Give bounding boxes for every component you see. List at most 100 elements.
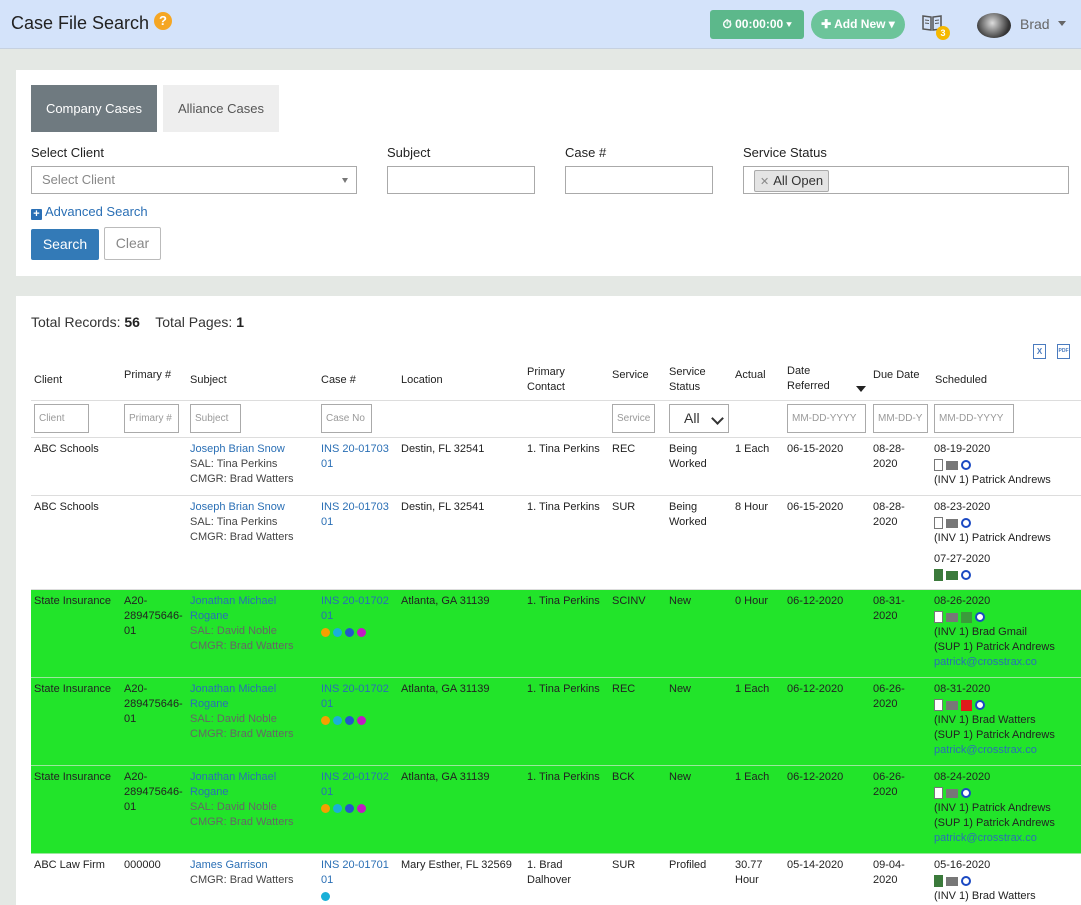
tag-dot[interactable] [333,804,342,813]
filter-subject-input[interactable]: Subject [190,404,241,433]
case-link[interactable]: INS 20-01703 01 [321,442,389,472]
filter-date-referred-input[interactable]: MM-DD-YYYY [787,404,866,433]
filter-service-input[interactable]: Service [612,404,655,433]
sort-desc-icon[interactable] [856,386,866,392]
filter-client-input[interactable]: Client [34,404,89,433]
document-icon[interactable] [934,517,943,530]
filter-due-date-input[interactable]: MM-DD-Y [873,404,928,433]
tag-dot[interactable] [345,628,354,637]
tag-dot[interactable] [321,892,330,901]
subject-link[interactable]: Joseph Brian Snow [190,442,294,457]
clock-icon[interactable] [975,612,985,623]
col-case[interactable]: Case # [321,373,356,388]
document-icon[interactable] [934,459,943,472]
col-client[interactable]: Client [34,373,62,388]
table-row[interactable]: ABC Schools Joseph Brian Snow SAL: Tina … [31,438,1081,496]
tag-dot[interactable] [333,716,342,725]
subject-link[interactable]: James Garrison [190,858,294,873]
status-chip[interactable]: ✕ All Open [754,170,830,192]
col-actual[interactable]: Actual [735,368,766,383]
case-link[interactable]: INS 20-01701 01 [321,858,389,888]
video-camera-icon[interactable] [946,460,958,470]
service-status-multiselect[interactable]: ✕ All Open [743,166,1069,194]
clock-icon[interactable] [961,570,971,581]
tag-dot[interactable] [357,628,366,637]
clear-button[interactable]: Clear [104,227,161,260]
video-camera-icon[interactable] [946,570,958,580]
clock-icon[interactable] [961,876,971,887]
cell-status: New [669,595,692,607]
filter-scheduled-input[interactable]: MM-DD-YYYY [934,404,1014,433]
avatar[interactable] [977,13,1011,38]
tab-alliance-cases[interactable]: Alliance Cases [163,85,279,132]
col-service-status[interactable]: Service Status [669,365,706,395]
tag-dot[interactable] [321,804,330,813]
document-filled-icon[interactable] [934,569,943,582]
col-subject[interactable]: Subject [190,373,227,388]
col-date-referred[interactable]: Date Referred [787,364,830,394]
case-number-line2: 01 [321,516,334,528]
remove-icon[interactable]: ✕ [760,176,769,188]
video-camera-icon[interactable] [946,876,958,886]
table-row[interactable]: State Insurance A20- 289475646- 01 Jonatha… [31,766,1081,854]
tag-dot[interactable] [333,628,342,637]
case-number-input[interactable] [565,166,713,194]
subject-link[interactable]: Jonathan Michael Rogane [190,770,294,800]
clock-icon[interactable] [961,788,971,799]
table-row[interactable]: State Insurance A20- 289475646- 01 Jonatha… [31,678,1081,766]
case-link[interactable]: INS 20-01702 01 [321,682,389,712]
filter-primary-input[interactable]: Primary # [124,404,179,433]
tag-dot[interactable] [345,804,354,813]
status-square-icon[interactable] [961,699,972,711]
tag-dot[interactable] [321,628,330,637]
email-link[interactable]: patrick@crosstrax.co [934,655,1055,670]
video-camera-icon[interactable] [946,788,958,798]
timer-button[interactable]: ⏱ 00:00:00 ▾ [710,10,804,39]
col-due-date[interactable]: Due Date [873,368,919,383]
document-filled-icon[interactable] [934,875,943,888]
filter-status-select[interactable]: All [669,404,729,433]
tag-dot[interactable] [357,716,366,725]
pdf-export-icon[interactable]: PDF [1057,344,1070,359]
user-name[interactable]: Brad [1020,16,1050,32]
col-primary-contact[interactable]: Primary Contact [527,365,565,395]
table-row[interactable]: ABC Law Firm 000000 James Garrison CMGR:… [31,854,1081,905]
help-icon[interactable]: ? [154,12,172,30]
subject-input[interactable] [387,166,535,194]
case-link[interactable]: INS 20-01702 01 [321,594,389,624]
subject-link[interactable]: Joseph Brian Snow [190,500,294,515]
clock-icon[interactable] [961,460,971,471]
tag-dot[interactable] [321,716,330,725]
subject-link[interactable]: Jonathan Michael Rogane [190,682,294,712]
case-link[interactable]: INS 20-01703 01 [321,500,389,530]
select-client-dropdown[interactable]: Select Client [31,166,357,194]
tag-dot[interactable] [357,804,366,813]
status-square-icon[interactable] [961,611,972,623]
advanced-search-link[interactable]: + Advanced Search [31,204,148,220]
email-link[interactable]: patrick@crosstrax.co [934,743,1055,758]
chevron-down-icon[interactable] [1058,21,1066,26]
add-new-button[interactable]: ✚ Add New ▾ [811,10,905,39]
search-button[interactable]: Search [31,229,99,260]
case-link[interactable]: INS 20-01702 01 [321,770,389,800]
document-icon[interactable] [934,699,943,712]
col-primary[interactable]: Primary # [124,368,171,383]
video-camera-icon[interactable] [946,700,958,710]
col-service[interactable]: Service [612,368,649,383]
document-icon[interactable] [934,611,943,624]
clock-icon[interactable] [961,518,971,529]
col-location[interactable]: Location [401,373,443,388]
tag-dot[interactable] [345,716,354,725]
filter-case-input[interactable]: Case No [321,404,372,433]
video-camera-icon[interactable] [946,518,958,528]
email-link[interactable]: patrick@crosstrax.co [934,831,1055,846]
table-row[interactable]: ABC Schools Joseph Brian Snow SAL: Tina … [31,496,1081,590]
table-row[interactable]: State Insurance A20- 289475646- 01 Jonatha… [31,590,1081,678]
col-scheduled[interactable]: Scheduled [935,373,987,388]
clock-icon[interactable] [975,700,985,711]
subject-link[interactable]: Jonathan Michael Rogane [190,594,294,624]
excel-export-icon[interactable]: X [1033,344,1046,359]
tab-company-cases[interactable]: Company Cases [31,85,157,132]
document-icon[interactable] [934,787,943,800]
video-camera-icon[interactable] [946,612,958,622]
